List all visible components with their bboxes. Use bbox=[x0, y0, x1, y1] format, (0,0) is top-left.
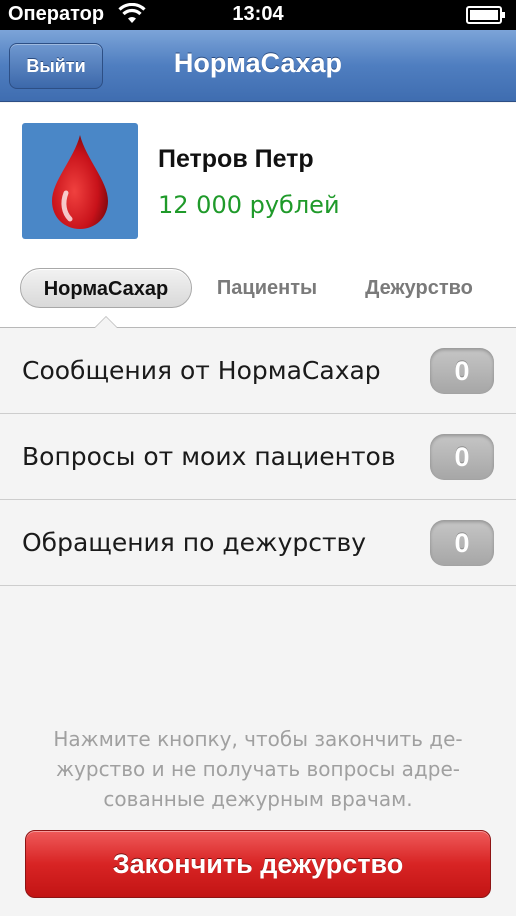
status-time: 13:04 bbox=[232, 3, 284, 25]
tab-normasakhar[interactable]: НормаСахар bbox=[20, 268, 192, 308]
hint-line: журство и не получать вопросы адре- bbox=[56, 757, 460, 781]
battery-icon bbox=[466, 6, 505, 24]
message-list: Сообщения от НормаСахар 0 Вопросы от мои… bbox=[0, 328, 516, 586]
duty-hint-text: Нажмите кнопку, чтобы закончить де- журс… bbox=[18, 724, 498, 814]
list-item-patient-questions[interactable]: Вопросы от моих пациентов 0 bbox=[0, 414, 516, 500]
list-item-label: Сообщения от НормаСахар bbox=[22, 356, 381, 385]
tab-pointer bbox=[94, 316, 118, 328]
list-item-messages[interactable]: Сообщения от НормаСахар 0 bbox=[0, 328, 516, 414]
count-badge: 0 bbox=[430, 348, 494, 394]
tab-duty[interactable]: Дежурство bbox=[350, 268, 488, 308]
list-item-label: Обращения по дежурству bbox=[22, 528, 367, 557]
list-item-label: Вопросы от моих пациентов bbox=[22, 442, 396, 471]
nav-title: НормаСахар bbox=[173, 48, 343, 78]
list-item-duty-requests[interactable]: Обращения по дежурству 0 bbox=[0, 500, 516, 586]
hint-line: сованные дежурным врачам. bbox=[103, 787, 413, 811]
count-badge: 0 bbox=[430, 434, 494, 480]
end-duty-button[interactable]: Закончить дежурство bbox=[25, 830, 491, 898]
navigation-bar: Выйти НормаСахар bbox=[0, 30, 516, 102]
profile-header: Петров Петр 12 000 рублей НормаСахар Пац… bbox=[0, 103, 516, 328]
count-badge: 0 bbox=[430, 520, 494, 566]
tab-patients[interactable]: Пациенты bbox=[204, 268, 330, 308]
account-balance: 12 000 рублей bbox=[158, 191, 340, 219]
avatar bbox=[22, 123, 138, 239]
status-bar: Оператор 13:04 bbox=[0, 0, 516, 30]
segmented-tabs: НормаСахар Пациенты Дежурство bbox=[0, 268, 516, 308]
blood-drop-icon bbox=[52, 135, 108, 229]
user-name: Петров Петр bbox=[158, 145, 314, 173]
hint-line: Нажмите кнопку, чтобы закончить де- bbox=[53, 727, 463, 751]
